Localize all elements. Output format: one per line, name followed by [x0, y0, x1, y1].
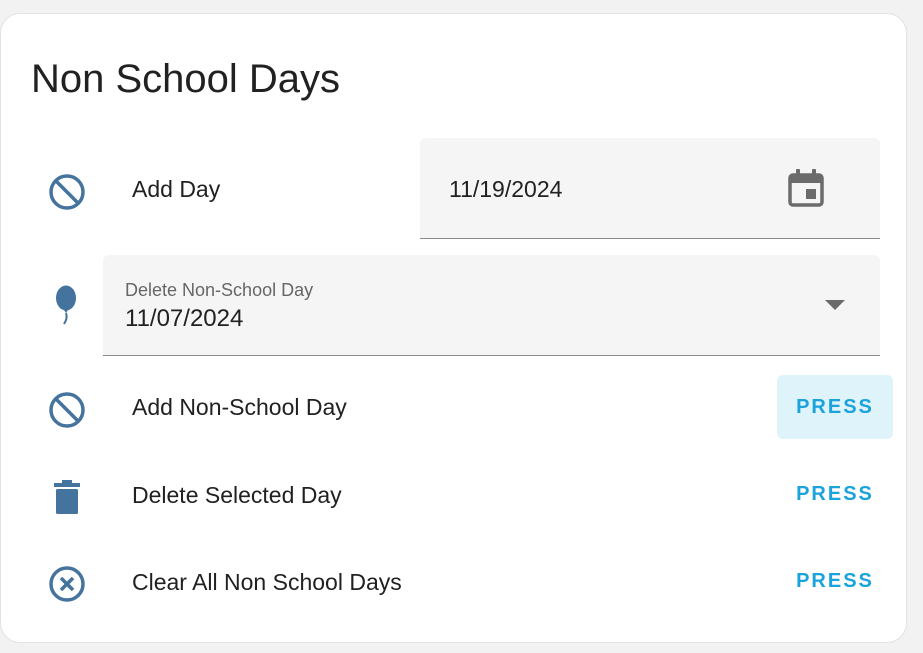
- cancel-circle-icon: [47, 172, 87, 212]
- non-school-days-card: Non School Days Add Day 11/19/2024 Delet…: [0, 13, 907, 643]
- calendar-icon[interactable]: [786, 168, 826, 208]
- clear-all-label: Clear All Non School Days: [132, 569, 402, 595]
- add-day-label: Add Day: [132, 176, 221, 202]
- add-non-school-day-label: Add Non-School Day: [132, 394, 347, 420]
- add-day-date-field[interactable]: 11/19/2024: [420, 138, 880, 239]
- delete-day-select[interactable]: Delete Non-School Day 11/07/2024: [103, 255, 880, 356]
- card-title: Non School Days: [31, 57, 341, 101]
- trash-icon: [47, 477, 87, 517]
- clear-all-press-button[interactable]: PRESS: [777, 549, 893, 613]
- delete-selected-day-press-button[interactable]: PRESS: [777, 462, 893, 526]
- date-input-value[interactable]: 11/19/2024: [449, 174, 562, 204]
- close-circle-icon: [47, 564, 87, 604]
- delete-selected-day-label: Delete Selected Day: [132, 482, 342, 508]
- dropdown-arrow-icon[interactable]: [825, 300, 845, 310]
- add-non-school-day-press-button[interactable]: PRESS: [777, 375, 893, 439]
- cancel-circle-icon: [47, 390, 87, 430]
- select-value[interactable]: 11/07/2024: [125, 304, 243, 334]
- select-label: Delete Non-School Day: [125, 280, 314, 300]
- balloon-icon: [46, 285, 86, 325]
